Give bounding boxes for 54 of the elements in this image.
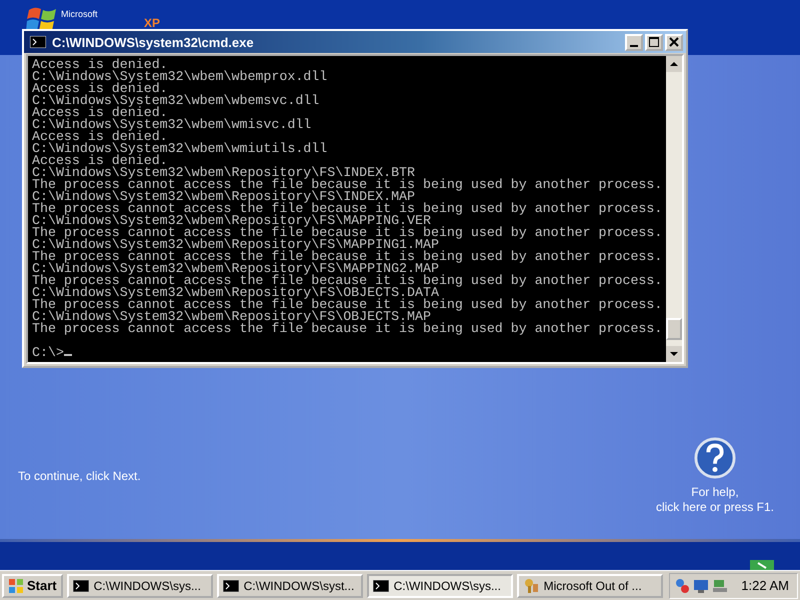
console-line: C:\Windows\System32\wbem\wmiutils.dll bbox=[32, 143, 328, 155]
console-line: C:\Windows\System32\wbem\wbemsvc.dll bbox=[32, 95, 320, 107]
start-button[interactable]: Start bbox=[2, 574, 63, 598]
continue-hint: To continue, click Next. bbox=[18, 469, 141, 483]
flag-icon bbox=[8, 578, 24, 594]
console-icon bbox=[30, 36, 46, 48]
maximize-icon bbox=[649, 37, 659, 47]
console-line: The process cannot access the file because it is being used by another process. bbox=[32, 323, 662, 335]
console-line: The process cannot access the file because it is being used by another process. bbox=[32, 203, 662, 215]
console-icon bbox=[72, 580, 89, 592]
console-line: C:\Windows\System32\wbem\Repository\FS\INDEX.BTR bbox=[32, 167, 416, 179]
command-prompt[interactable]: C:\> bbox=[32, 347, 72, 359]
minimize-button[interactable] bbox=[625, 34, 643, 50]
close-icon bbox=[669, 37, 679, 47]
console-line: Access is denied. bbox=[32, 155, 168, 167]
console-line: C:\Windows\System32\wbem\wmisvc.dll bbox=[32, 119, 312, 131]
console-icon bbox=[222, 580, 239, 592]
scroll-thumb[interactable] bbox=[666, 318, 682, 340]
scrollbar[interactable] bbox=[666, 56, 682, 362]
console-line: The process cannot access the file because it is being used by another process. bbox=[32, 227, 662, 239]
console-line: Access is denied. bbox=[32, 59, 168, 71]
close-button[interactable] bbox=[665, 34, 683, 50]
console-line: C:\Windows\System32\wbem\Repository\FS\MAPPING2.MAP bbox=[32, 263, 439, 275]
taskbar-button[interactable]: C:\WINDOWS\syst... bbox=[216, 574, 363, 598]
console-line: C:\Windows\System32\wbem\Repository\FS\MAPPING.VER bbox=[32, 215, 431, 227]
console-line: C:\Windows\System32\wbem\Repository\FS\OBJECTS.DATA bbox=[32, 287, 439, 299]
console-line: C:\Windows\System32\wbem\Repository\FS\OBJECTS.MAP bbox=[32, 311, 431, 323]
console-line: Access is denied. bbox=[32, 83, 168, 95]
console-line: C:\Windows\System32\wbem\Repository\FS\MAPPING1.MAP bbox=[32, 239, 439, 251]
window-title: C:\WINDOWS\system32\cmd.exe bbox=[52, 34, 254, 50]
console-line: The process cannot access the file because it is being used by another process. bbox=[32, 251, 662, 263]
help-icon[interactable] bbox=[694, 437, 736, 479]
console-line: The process cannot access the file because it is being used by another process. bbox=[32, 179, 662, 191]
console-icon bbox=[372, 580, 389, 592]
logo-maker: Microsoft bbox=[61, 10, 99, 19]
key-icon bbox=[522, 578, 539, 594]
console-line: C:\Windows\System32\wbem\wbemprox.dll bbox=[32, 71, 328, 83]
console-line: The process cannot access the file because it is being used by another process. bbox=[32, 299, 662, 311]
console-line: C:\Windows\System32\wbem\Repository\FS\INDEX.MAP bbox=[32, 191, 416, 203]
console-line: Access is denied. bbox=[32, 131, 168, 143]
network-icon[interactable] bbox=[674, 578, 690, 594]
taskbar-button[interactable]: Microsoft Out of ... bbox=[516, 574, 663, 598]
scroll-down-icon[interactable] bbox=[666, 346, 682, 362]
console-line: Access is denied. bbox=[32, 107, 168, 119]
monitor-icon[interactable] bbox=[693, 578, 710, 594]
help-link[interactable]: For help, click here or press F1. bbox=[656, 485, 774, 515]
scroll-up-icon[interactable] bbox=[666, 56, 682, 72]
taskbar-button[interactable]: C:\WINDOWS\sys... bbox=[366, 574, 513, 598]
taskbar-button[interactable]: C:\WINDOWS\sys... bbox=[66, 574, 213, 598]
maximize-button[interactable] bbox=[645, 34, 663, 50]
console-line: The process cannot access the file because it is being used by another process. bbox=[32, 275, 662, 287]
clock: 1:22 AM bbox=[741, 578, 789, 593]
minimize-icon bbox=[630, 45, 638, 47]
logo-edition: XP bbox=[144, 16, 160, 30]
